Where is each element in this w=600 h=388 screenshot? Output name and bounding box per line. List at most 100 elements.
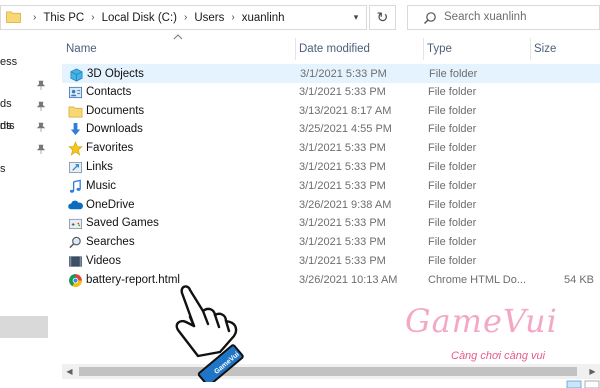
- videos-icon: [68, 254, 83, 269]
- nav-item-folder[interactable]: s: [0, 163, 48, 181]
- file-type: File folder: [428, 142, 477, 155]
- file-date-modified: 3/1/2021 5:33 PM: [300, 68, 387, 80]
- 3d-objects-icon: [69, 67, 84, 82]
- address-bar[interactable]: › This PC › Local Disk (C:) › Users › xu…: [0, 5, 367, 30]
- file-row[interactable]: OneDrive 3/26/2021 9:38 AM File folder: [62, 196, 600, 215]
- file-name: OneDrive: [86, 198, 135, 211]
- file-row[interactable]: 3D Objects 3/1/2021 5:33 PM File folder: [62, 64, 600, 83]
- file-row[interactable]: Favorites 3/1/2021 5:33 PM File folder: [62, 139, 600, 158]
- file-type: Chrome HTML Do...: [428, 273, 527, 286]
- favorites-icon: [68, 141, 83, 156]
- column-header-name[interactable]: Name: [62, 38, 295, 60]
- column-header-size[interactable]: Size: [530, 38, 600, 60]
- chevron-right-icon[interactable]: ›: [231, 12, 234, 23]
- file-row[interactable]: Saved Games 3/1/2021 5:33 PM File folder: [62, 214, 600, 233]
- file-date-modified: 3/25/2021 4:55 PM: [299, 123, 392, 136]
- gamevui-tagline: Càng chơi càng vui: [451, 350, 546, 362]
- file-type: File folder: [429, 68, 478, 80]
- nav-item-label: ds: [0, 98, 12, 110]
- gamevui-logo: GameVui: [405, 302, 558, 340]
- column-header-type[interactable]: Type: [423, 38, 530, 60]
- gamevui-watermark: GameVui Càng chơi càng vui: [405, 302, 595, 372]
- chevron-right-icon: ›: [33, 12, 37, 23]
- file-size: 54 KB: [564, 273, 594, 286]
- file-type: File folder: [428, 161, 477, 173]
- refresh-icon: ↻: [376, 9, 389, 25]
- nav-item-label: ess: [0, 56, 18, 68]
- nav-item-selected[interactable]: [0, 316, 48, 338]
- file-date-modified: 3/26/2021 9:38 AM: [299, 198, 392, 211]
- scroll-left-icon[interactable]: ◀: [62, 364, 77, 379]
- folder-icon: [6, 11, 21, 23]
- downloads-icon: [68, 122, 83, 137]
- file-type: File folder: [428, 217, 477, 230]
- file-row[interactable]: Music 3/1/2021 5:33 PM File folder: [62, 177, 600, 196]
- file-type: File folder: [428, 236, 477, 249]
- breadcrumb-this-pc[interactable]: This PC: [43, 12, 84, 24]
- file-date-modified: 3/1/2021 5:33 PM: [299, 142, 386, 155]
- breadcrumb-current-folder[interactable]: xuanlinh: [242, 12, 285, 24]
- nav-item-quick-access[interactable]: ess: [0, 56, 48, 74]
- file-name: Favorites: [86, 142, 134, 155]
- file-type: File folder: [428, 85, 477, 98]
- file-row[interactable]: Searches 3/1/2021 5:33 PM File folder: [62, 233, 600, 252]
- searches-icon: [68, 235, 83, 250]
- breadcrumb: › This PC › Local Disk (C:) › Users › xu…: [26, 6, 285, 29]
- navigation-pane: ess ds ds nts s: [0, 36, 54, 366]
- breadcrumb-local-disk[interactable]: Local Disk (C:): [102, 12, 177, 24]
- file-date-modified: 3/1/2021 5:33 PM: [299, 217, 386, 230]
- file-type: File folder: [428, 255, 477, 267]
- pin-icon[interactable]: [36, 122, 46, 132]
- file-row[interactable]: Documents 3/13/2021 8:17 AM File folder: [62, 102, 600, 121]
- file-type: File folder: [428, 179, 477, 192]
- file-row[interactable]: Contacts 3/1/2021 5:33 PM File folder: [62, 83, 600, 102]
- file-row[interactable]: battery-report.html 3/26/2021 10:13 AM Chr…: [62, 271, 600, 290]
- file-type: File folder: [428, 104, 477, 117]
- nav-item-label: s: [0, 163, 6, 175]
- onedrive-icon: [68, 198, 83, 213]
- file-name: Downloads: [86, 123, 143, 136]
- file-name: Videos: [86, 255, 121, 267]
- file-row[interactable]: Links 3/1/2021 5:33 PM File folder: [62, 158, 600, 177]
- search-icon: [424, 12, 436, 24]
- view-toggle-icons[interactable]: [566, 380, 600, 388]
- file-type: File folder: [428, 198, 477, 211]
- file-row[interactable]: Downloads 3/25/2021 4:55 PM File folder: [62, 120, 600, 139]
- file-name: 3D Objects: [87, 68, 144, 80]
- pin-icon[interactable]: [36, 101, 46, 111]
- column-header-date[interactable]: Date modified: [295, 38, 423, 60]
- refresh-button[interactable]: ↻: [369, 5, 396, 30]
- file-date-modified: 3/1/2021 5:33 PM: [299, 236, 386, 249]
- file-name: battery-report.html: [86, 273, 180, 286]
- file-date-modified: 3/13/2021 8:17 AM: [299, 104, 392, 117]
- breadcrumb-users[interactable]: Users: [194, 12, 224, 24]
- documents-icon: [68, 104, 83, 119]
- file-name: Music: [86, 179, 117, 192]
- contacts-icon: [68, 85, 83, 100]
- file-date-modified: 3/26/2021 10:13 AM: [299, 273, 398, 286]
- search-box[interactable]: Search xuanlinh: [407, 5, 600, 30]
- pin-icon[interactable]: [36, 144, 46, 154]
- music-icon: [68, 179, 83, 194]
- file-date-modified: 3/1/2021 5:33 PM: [299, 255, 386, 267]
- file-date-modified: 3/1/2021 5:33 PM: [299, 179, 386, 192]
- pin-icon[interactable]: [36, 80, 46, 90]
- file-date-modified: 3/1/2021 5:33 PM: [299, 85, 386, 98]
- file-name: Documents: [86, 104, 145, 117]
- chrome-html-icon: [68, 273, 83, 288]
- file-name: Saved Games: [86, 217, 159, 230]
- file-row[interactable]: Videos 3/1/2021 5:33 PM File folder: [62, 252, 600, 271]
- address-dropdown-button[interactable]: ▾: [346, 6, 366, 29]
- file-name: Links: [86, 161, 113, 173]
- links-icon: [68, 160, 83, 175]
- nav-item-pictures[interactable]: nts: [0, 120, 34, 138]
- file-date-modified: 3/1/2021 5:33 PM: [299, 161, 386, 173]
- chevron-right-icon[interactable]: ›: [91, 12, 94, 23]
- chevron-right-icon[interactable]: ›: [184, 12, 187, 23]
- saved-games-icon: [68, 216, 83, 231]
- pointing-hand-icon: GameVui: [175, 285, 244, 382]
- file-name: Searches: [86, 236, 135, 249]
- file-type: File folder: [428, 123, 477, 136]
- file-name: Contacts: [86, 85, 132, 98]
- search-placeholder: Search xuanlinh: [444, 11, 527, 23]
